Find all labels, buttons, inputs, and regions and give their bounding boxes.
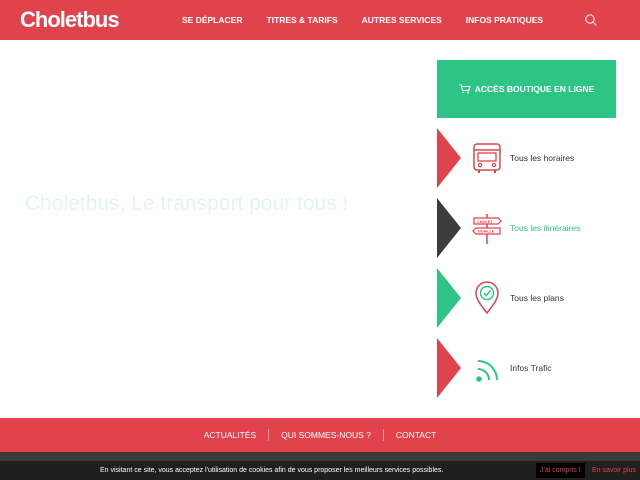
cookie-banner: En visitant ce site, vous acceptez l'uti… xyxy=(0,461,640,480)
tile-arrow xyxy=(437,198,461,258)
shop-button[interactable]: ACCÈS BOUTIQUE EN LIGNE xyxy=(437,60,616,118)
footer-link-actualites[interactable]: ACTUALITÉS xyxy=(192,430,268,440)
footer-link-qui-sommes-nous[interactable]: QUI SOMMES-NOUS ? xyxy=(269,430,383,440)
nav-item-se-deplacer[interactable]: SE DÉPLACER xyxy=(182,15,242,25)
signpost-icon: CHOLET NUAILLE xyxy=(472,214,502,244)
site-header: Choletbus SE DÉPLACER TITRES & TARIFS AU… xyxy=(0,0,640,40)
main-nav: SE DÉPLACER TITRES & TARIFS AUTRES SERVI… xyxy=(182,0,567,40)
tile-plans[interactable]: Tous les plans xyxy=(437,268,616,328)
tile-arrow xyxy=(437,268,461,328)
hero-tagline: Choletbus, Le transport pour tous ! xyxy=(25,192,349,215)
tile-arrow xyxy=(437,128,461,188)
sign-top-label: CHOLET xyxy=(477,220,493,224)
cookie-more-link[interactable]: En savoir plus xyxy=(592,461,636,480)
tile-itineraires[interactable]: CHOLET NUAILLE Tous les itinéraires xyxy=(437,198,616,258)
cookie-accept-button[interactable]: J'ai compris ! xyxy=(536,463,585,478)
bus-icon xyxy=(473,143,501,173)
cart-icon xyxy=(459,84,471,94)
map-pin-icon xyxy=(475,281,499,315)
nav-item-titres-tarifs[interactable]: TITRES & TARIFS xyxy=(266,15,337,25)
tile-infos-trafic-label: Infos Trafic xyxy=(510,363,552,373)
sign-bottom-label: NUAILLE xyxy=(478,230,495,234)
site-footer: ACTUALITÉS QUI SOMMES-NOUS ? CONTACT xyxy=(0,418,640,452)
tile-arrow xyxy=(437,338,461,398)
shop-button-label: ACCÈS BOUTIQUE EN LIGNE xyxy=(474,84,595,94)
nav-item-infos-pratiques[interactable]: INFOS PRATIQUES xyxy=(466,15,543,25)
tile-horaires-label: Tous les horaires xyxy=(510,153,575,163)
signal-icon xyxy=(476,360,498,382)
cookie-message: En visitant ce site, vous acceptez l'uti… xyxy=(100,467,444,474)
nav-item-autres-services[interactable]: AUTRES SERVICES xyxy=(362,15,442,25)
search-icon[interactable] xyxy=(584,13,598,27)
tile-horaires[interactable]: Tous les horaires xyxy=(437,128,616,188)
tile-plans-label: Tous les plans xyxy=(510,293,564,303)
tile-itineraires-label: Tous les itinéraires xyxy=(510,223,581,233)
footer-link-contact[interactable]: CONTACT xyxy=(384,430,448,440)
site-logo[interactable]: Choletbus xyxy=(20,6,120,34)
tile-infos-trafic[interactable]: Infos Trafic xyxy=(437,338,616,398)
